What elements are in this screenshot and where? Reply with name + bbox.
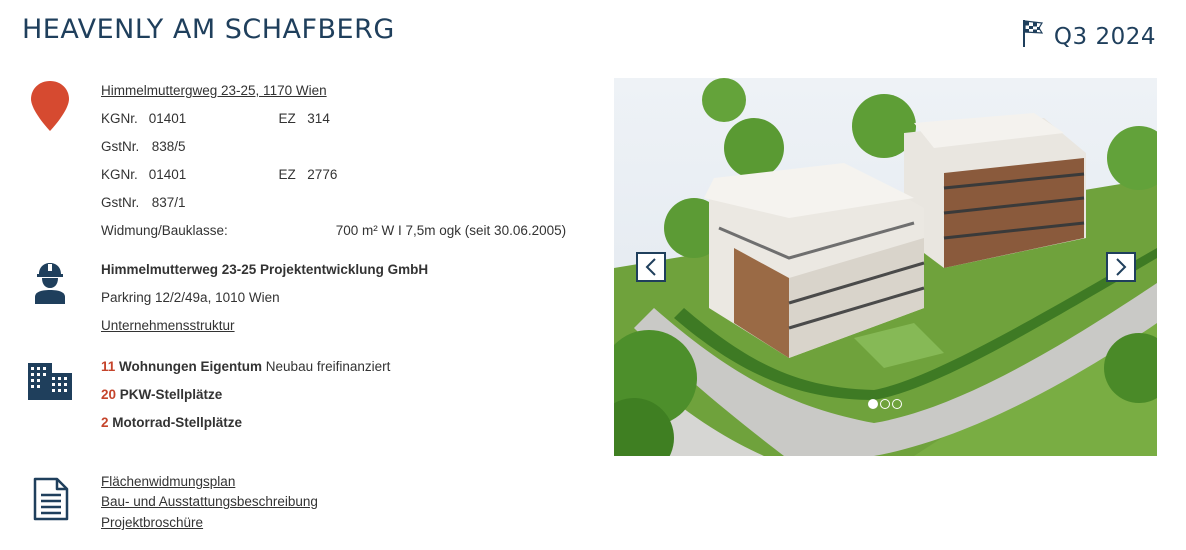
ez-label: EZ <box>278 167 296 182</box>
ez-label: EZ <box>278 111 296 126</box>
project-brochure-link[interactable]: Projektbroschüre <box>101 515 203 530</box>
apartments-count: 11 <box>101 359 116 374</box>
parcel-1-gst-row: GstNr. 838/5 <box>101 139 186 154</box>
chevron-right-icon <box>1116 258 1127 276</box>
quarter-label: Q3 2024 <box>1053 24 1156 50</box>
gst-label: GstNr. <box>101 195 140 210</box>
chevron-left-icon <box>645 258 656 276</box>
zoning-plan-link[interactable]: Flächenwidmungsplan <box>101 474 235 489</box>
slider-prev-button[interactable] <box>636 252 666 282</box>
parcel-1-kg-row: KGNr. 01401 EZ 314 <box>101 111 330 126</box>
structure-row: Unternehmensstruktur <box>101 318 235 333</box>
zoning-row: Widmung/Bauklasse: 700 m² W I 7,5m ogk (… <box>101 223 566 238</box>
parking-count: 20 <box>101 387 117 402</box>
slider-dot-2[interactable] <box>880 399 890 409</box>
project-title: HEAVENLY AM SCHAFBERG <box>22 14 395 45</box>
completion-quarter: Q3 2024 <box>1022 20 1156 50</box>
gst-value: 838/5 <box>151 139 186 154</box>
kg-value: 01401 <box>148 111 187 126</box>
units-row-motorbike: 2 Motorrad-Stellplätze <box>101 415 242 430</box>
apartments-extra: Neubau freifinanziert <box>265 359 391 374</box>
motorbike-label: Motorrad-Stellplätze <box>112 415 243 430</box>
company-structure-link[interactable]: Unternehmensstruktur <box>101 318 235 333</box>
doc-row: Bau- und Ausstattungsbeschreibung <box>101 494 318 509</box>
ez-value: 314 <box>307 111 330 126</box>
construction-worker-icon <box>35 263 65 304</box>
address-row: Himmelmuttergweg 23-25, 1170 Wien <box>101 83 327 98</box>
gst-label: GstNr. <box>101 139 140 154</box>
parcel-2-kg-row: KGNr. 01401 EZ 2776 <box>101 167 337 182</box>
buildings-icon <box>28 363 72 400</box>
map-pin-icon <box>31 81 69 131</box>
parcel-2-gst-row: GstNr. 837/1 <box>101 195 186 210</box>
slider-dots <box>868 399 902 409</box>
checkered-flag-icon <box>1022 20 1044 47</box>
developer-name: Himmelmutterweg 23-25 Projektentwicklung… <box>101 262 429 277</box>
apartments-label: Wohnungen Eigentum <box>119 359 263 374</box>
document-icon <box>33 477 69 521</box>
kg-value: 01401 <box>148 167 187 182</box>
developer-address: Parkring 12/2/49a, 1010 Wien <box>101 290 280 305</box>
ez-value: 2776 <box>307 167 338 182</box>
slider-next-button[interactable] <box>1106 252 1136 282</box>
slider-dot-3[interactable] <box>892 399 902 409</box>
image-slider[interactable] <box>614 78 1157 456</box>
kg-label: KGNr. <box>101 111 138 126</box>
doc-row: Projektbroschüre <box>101 515 203 530</box>
doc-row: Flächenwidmungsplan <box>101 474 235 489</box>
gst-value: 837/1 <box>151 195 186 210</box>
address-link[interactable]: Himmelmuttergweg 23-25, 1170 Wien <box>101 83 327 98</box>
parking-label: PKW-Stellplätze <box>119 387 223 402</box>
slider-dot-1[interactable] <box>868 399 878 409</box>
zoning-value: 700 m² W I 7,5m ogk (seit 30.06.2005) <box>335 223 567 238</box>
units-row-parking: 20 PKW-Stellplätze <box>101 387 222 402</box>
zoning-label: Widmung/Bauklasse: <box>101 223 228 238</box>
motorbike-count: 2 <box>101 415 109 430</box>
building-spec-link[interactable]: Bau- und Ausstattungsbeschreibung <box>101 494 318 509</box>
kg-label: KGNr. <box>101 167 138 182</box>
units-row-apartments: 11 Wohnungen Eigentum Neubau freifinanzi… <box>101 359 390 374</box>
